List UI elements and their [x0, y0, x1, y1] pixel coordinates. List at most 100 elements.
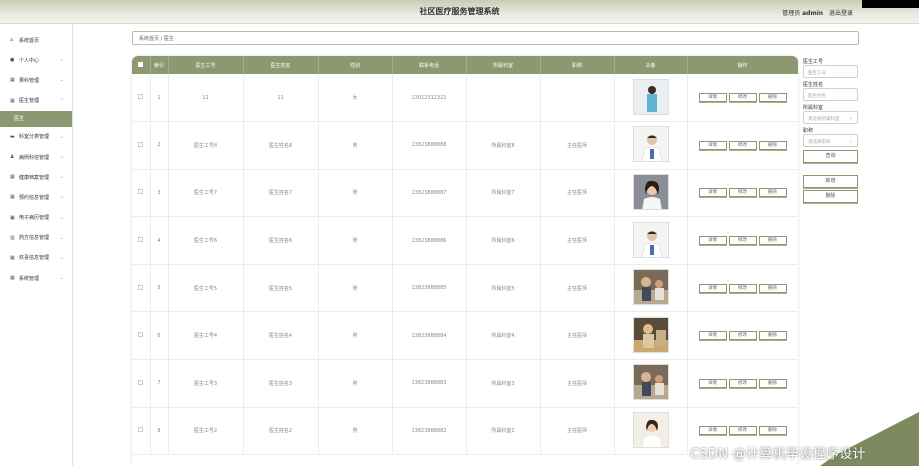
sidebar-item-label: 个人中心 [19, 57, 40, 64]
cell-title: 主任医师 [540, 216, 615, 265]
sidebar-item[interactable]: ● 个人中心 ⌄ [0, 50, 72, 70]
sidebar-item[interactable]: ▣ 电子病历管理 ⌄ [0, 208, 72, 228]
cell-phone: 13012312322 [392, 74, 467, 123]
batch-delete-button[interactable]: 删除 [803, 190, 858, 203]
cell-actions: 详情 修改 删除 [687, 169, 798, 218]
cell-phone: 13823888884 [392, 311, 467, 361]
chevron-down-icon: ⌄ [59, 194, 64, 201]
edit-button[interactable]: 修改 [728, 378, 757, 388]
detail-button[interactable]: 详情 [698, 426, 727, 436]
row-checkbox[interactable] [132, 216, 151, 265]
sidebar-item-label: 医生管理 [19, 98, 40, 105]
table-row: 2 医生工号8 医生姓名8 男 13823888888 所属科室8 主任医师 详情 修改 删除 [132, 121, 798, 170]
row-checkbox[interactable] [132, 407, 151, 456]
chevron-down-icon: ⌄ [59, 254, 64, 261]
query-button[interactable]: 查询 [803, 150, 858, 163]
delete-button[interactable]: 删除 [758, 331, 787, 341]
edit-button[interactable]: 修改 [728, 93, 757, 103]
cell-gender: 男 [318, 264, 393, 313]
chevron-down-icon: ⌄ [59, 133, 64, 140]
cell-doctor-name: 医生姓名8 [243, 121, 319, 170]
dept-select[interactable]: 请选择所属科室 ⌄ [803, 111, 858, 124]
edit-button[interactable]: 修改 [728, 188, 757, 198]
chevron-down-icon: ⌄ [59, 275, 64, 282]
title-select[interactable]: 请选择职称 ⌄ [803, 134, 858, 147]
cell-phone: 13823888888 [392, 121, 467, 170]
sidebar-item[interactable]: ▦ 果科管理 ⌄ [0, 70, 72, 90]
sidebar-item[interactable]: ▦ 健康档案管理 ⌄ [0, 167, 72, 187]
doctor-id-input[interactable]: 医生工号 [803, 65, 858, 78]
grid-icon: ▦ [10, 174, 15, 181]
chevron-down-icon: ⌄ [59, 174, 64, 181]
row-checkbox[interactable] [132, 169, 151, 218]
table-header-row: 索引 医生工号 医生姓名 性别 联系电话 所属科室 职称 头像 操作 [132, 56, 798, 74]
edit-button[interactable]: 修改 [728, 283, 757, 293]
chart-icon: ▥ [10, 234, 15, 241]
edit-button[interactable]: 修改 [728, 331, 757, 341]
cell-avatar [614, 74, 688, 123]
delete-button[interactable]: 删除 [758, 93, 787, 103]
cell-phone: 13823888882 [392, 407, 467, 456]
cell-doctor-name: 医生姓名5 [243, 264, 319, 313]
sidebar-subitem-doctor[interactable]: 医生 [0, 110, 72, 127]
logout-link[interactable]: 退出登录 [829, 10, 853, 17]
sidebar-item[interactable]: ⌂ 系统首页 [0, 30, 72, 50]
cell-avatar [614, 407, 688, 456]
delete-button[interactable]: 删除 [758, 378, 787, 388]
row-checkbox[interactable] [132, 74, 151, 123]
delete-button[interactable]: 删除 [758, 140, 787, 150]
cell-phone: 13823888883 [392, 359, 467, 408]
cell-title: 主任医师 [540, 121, 615, 170]
edit-button[interactable]: 修改 [728, 140, 757, 150]
add-button[interactable]: 新增 [803, 175, 858, 188]
sidebar-item[interactable]: ▦ 系统管理 ⌄ [0, 268, 72, 288]
title-label: 职称 [803, 128, 814, 134]
cell-dept: 所属科室8 [466, 121, 541, 170]
row-checkbox[interactable] [132, 359, 151, 408]
edit-button[interactable]: 修改 [728, 426, 757, 436]
sidebar-item[interactable]: ▥ 药方信息管理 ⌄ [0, 228, 72, 248]
delete-button[interactable]: 删除 [758, 283, 787, 293]
cell-actions: 详情 修改 删除 [687, 359, 798, 408]
detail-button[interactable]: 详情 [698, 140, 727, 150]
sidebar-item-label: 系统管理 [19, 275, 40, 282]
sidebar-item[interactable]: ▬ 科室分类管理 ⌄ [0, 127, 72, 147]
row-checkbox[interactable] [132, 121, 151, 170]
col-header: 索引 [150, 56, 169, 74]
cell-index: 3 [150, 169, 169, 218]
delete-button[interactable]: 删除 [758, 426, 787, 436]
cell-avatar [614, 359, 688, 408]
chevron-down-icon: ⌄ [59, 234, 64, 241]
grid-icon: ▦ [10, 254, 15, 261]
detail-button[interactable]: 详情 [698, 188, 727, 198]
doctor-name-input[interactable]: 医生姓名 [803, 88, 858, 101]
delete-button[interactable]: 删除 [758, 236, 787, 246]
cell-dept: 所属科室6 [466, 216, 541, 265]
sidebar-item-label: 药方信息管理 [19, 235, 50, 242]
sidebar-item[interactable]: ▦ 预约信息管理 ⌄ [0, 187, 72, 207]
cell-doctor-id: 医生工号8 [168, 121, 244, 170]
row-checkbox[interactable] [132, 311, 151, 361]
sidebar-item[interactable]: ♟ 病例科信管理 ⌄ [0, 147, 72, 167]
detail-button[interactable]: 详情 [698, 331, 727, 341]
detail-button[interactable]: 详情 [698, 236, 727, 246]
row-checkbox[interactable] [132, 264, 151, 313]
avatar [632, 221, 669, 258]
sidebar-item[interactable]: ▦ 医生管理 ⌃ [0, 91, 72, 111]
delete-button[interactable]: 删除 [758, 188, 787, 198]
detail-button[interactable]: 详情 [698, 283, 727, 293]
detail-button[interactable]: 详情 [698, 378, 727, 388]
cell-index: 6 [150, 311, 169, 361]
cell-phone: 13823888887 [392, 169, 467, 218]
sidebar-item-label: 预约信息管理 [19, 194, 50, 201]
grid-icon: ▦ [10, 194, 15, 201]
sidebar-item[interactable]: ▦ 欢喜信息管理 ⌄ [0, 248, 72, 268]
sidebar-item-label: 电子病历管理 [19, 215, 50, 222]
chevron-down-icon: ⌄ [59, 77, 64, 84]
breadcrumb-home[interactable]: 系统首页 [139, 36, 159, 42]
select-all-checkbox[interactable] [132, 56, 151, 74]
people-icon: ♟ [10, 154, 15, 161]
edit-button[interactable]: 修改 [728, 236, 757, 246]
detail-button[interactable]: 详情 [698, 93, 727, 103]
col-header: 头像 [614, 56, 688, 74]
